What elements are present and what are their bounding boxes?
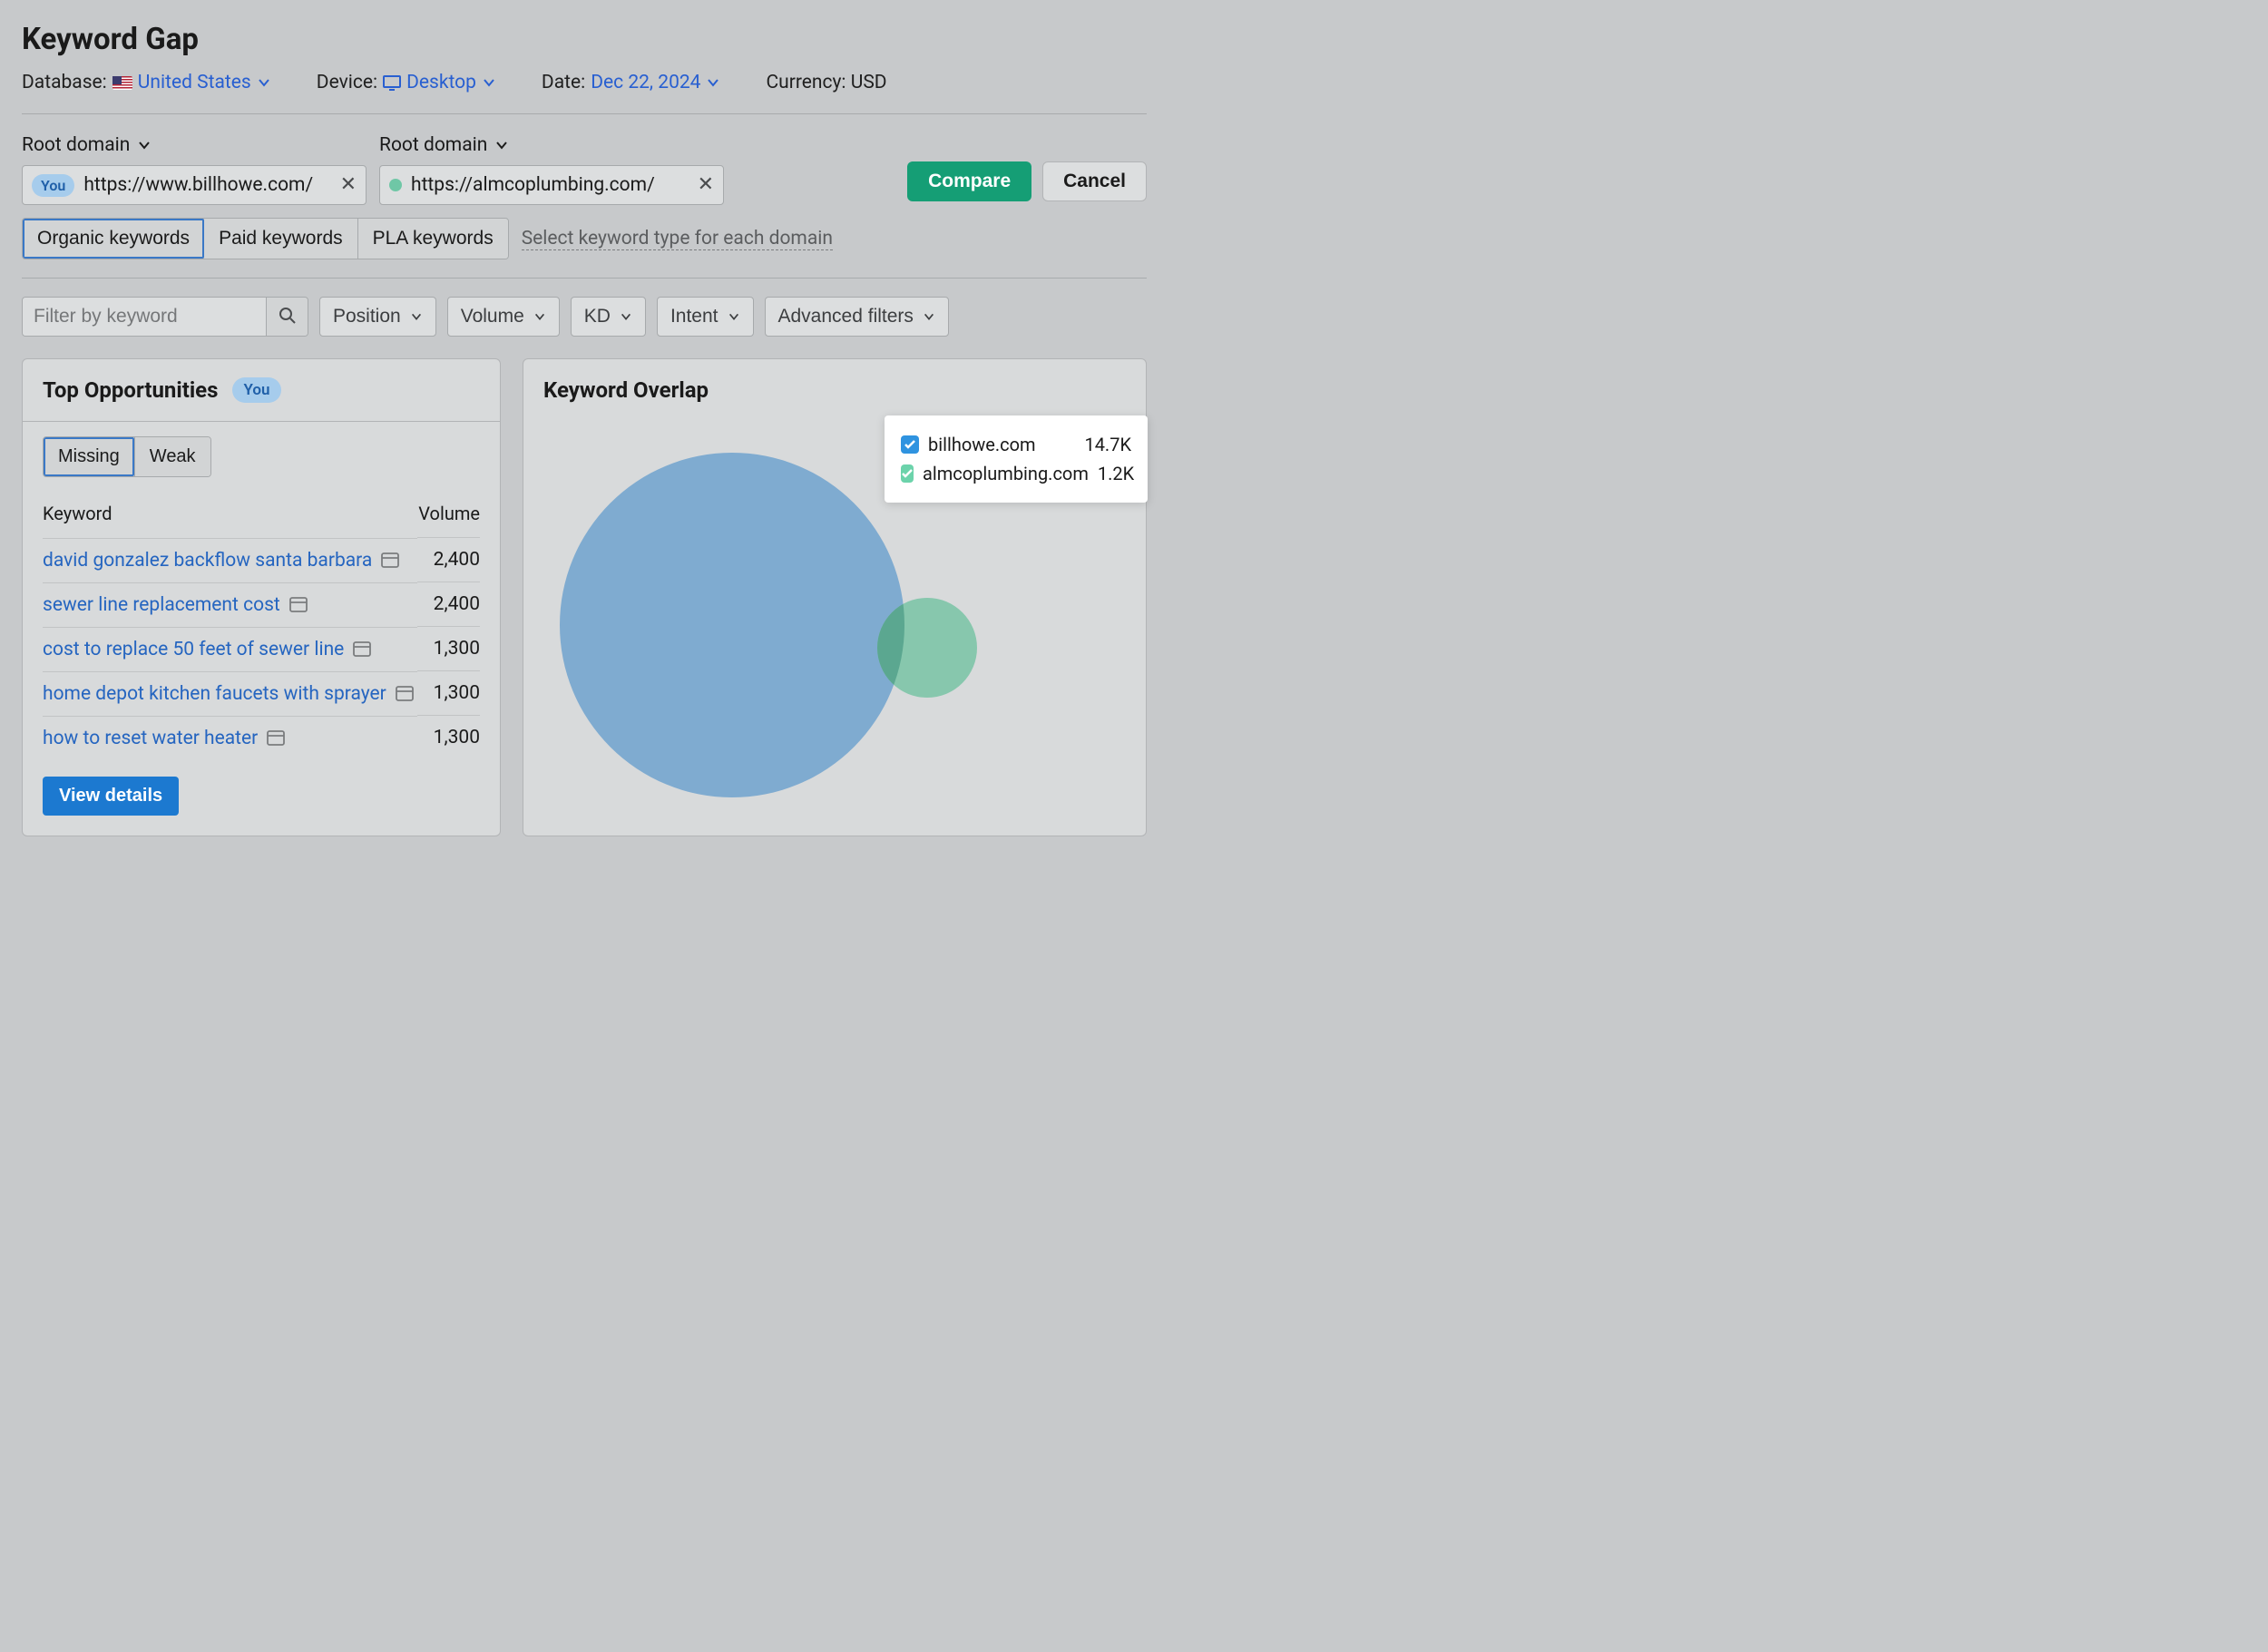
top-opportunities-title: Top Opportunities [43,377,218,403]
database-selector[interactable]: Database: United States [22,72,271,93]
venn-circle-billhowe [560,453,904,797]
search-icon [279,307,297,327]
volume-cell: 1,300 [417,671,480,716]
tab-paid-keywords[interactable]: Paid keywords [204,219,358,259]
chevron-down-icon [494,138,509,152]
divider [22,278,1147,279]
keyword-link[interactable]: how to reset water heater [43,728,258,749]
filter-intent[interactable]: Intent [657,297,754,337]
compare-button[interactable]: Compare [907,161,1031,201]
filter-position[interactable]: Position [319,297,436,337]
chevron-down-icon [728,310,740,323]
filter-advanced[interactable]: Advanced filters [765,297,949,337]
table-row: how to reset water heater 1,300 [43,716,480,760]
chevron-down-icon [137,138,152,152]
domain-column-1: Root domain You https://www.billhowe.com… [22,134,367,205]
domain-url: https://www.billhowe.com/ [83,174,330,196]
table-row: david gonzalez backflow santa barbara 2,4… [43,538,480,582]
serp-icon[interactable] [267,730,285,747]
domain-input-1[interactable]: You https://www.billhowe.com/ ✕ [22,165,367,205]
filter-keyword-input[interactable] [23,298,266,336]
domain-scope-selector[interactable]: Root domain [22,134,367,156]
keyword-link[interactable]: cost to replace 50 feet of sewer line [43,639,344,660]
col-volume: Volume [417,494,480,538]
keyword-cell: sewer line replacement cost [43,582,417,627]
date-value: Dec 22, 2024 [591,72,700,93]
desktop-icon [383,75,401,90]
keyword-link[interactable]: sewer line replacement cost [43,594,280,616]
currency-label: Currency: USD [766,72,886,93]
keyword-overlap-title: Keyword Overlap [543,377,709,403]
serp-icon[interactable] [396,686,414,702]
device-value: Desktop [406,72,476,93]
you-badge: You [232,377,280,403]
divider [22,113,1147,114]
filter-keyword-group [22,297,308,337]
domain-scope-selector[interactable]: Root domain [379,134,724,156]
chevron-down-icon [533,310,546,323]
domain-url: https://almcoplumbing.com/ [411,174,689,196]
database-value: United States [138,72,251,93]
database-label: Database: [22,72,107,93]
chevron-down-icon [482,75,496,90]
filter-kd[interactable]: KD [571,297,646,337]
keyword-type-segment: Organic keywords Paid keywords PLA keywo… [22,218,509,259]
chevron-down-icon [620,310,632,323]
you-badge: You [32,174,74,197]
search-button[interactable] [266,298,308,336]
clear-icon[interactable]: ✕ [698,175,714,195]
tab-missing[interactable]: Missing [44,437,134,476]
device-selector[interactable]: Device: Desktop [317,72,496,93]
tab-organic-keywords[interactable]: Organic keywords [23,219,204,259]
table-row: home depot kitchen faucets with sprayer 1… [43,671,480,716]
keyword-link[interactable]: david gonzalez backflow santa barbara [43,550,372,572]
serp-icon[interactable] [381,552,399,569]
opportunity-tabs: Missing Weak [43,436,211,477]
opportunities-table: Keyword Volume david gonzalez backflow s… [43,494,480,760]
col-keyword: Keyword [43,494,417,538]
chevron-down-icon [257,75,271,90]
chevron-down-icon [410,310,423,323]
view-details-button[interactable]: View details [43,777,179,816]
serp-icon[interactable] [353,641,371,658]
keyword-link[interactable]: home depot kitchen faucets with sprayer [43,683,386,705]
tab-pla-keywords[interactable]: PLA keywords [358,219,508,259]
domain-input-2[interactable]: https://almcoplumbing.com/ ✕ [379,165,724,205]
chevron-down-icon [706,75,720,90]
meta-row: Database: United States Device: Desktop [22,72,1147,93]
select-keyword-type-link[interactable]: Select keyword type for each domain [522,228,833,250]
device-label: Device: [317,72,377,93]
top-opportunities-panel: Top Opportunities You Missing Weak Keywo… [22,358,501,836]
clear-icon[interactable]: ✕ [340,175,357,195]
volume-cell: 2,400 [417,538,480,582]
date-label: Date: [542,72,585,93]
keyword-cell: home depot kitchen faucets with sprayer [43,671,417,716]
keyword-overlap-panel: Keyword Overlap billhowe.com 14.7K almco… [523,358,1147,836]
filter-volume[interactable]: Volume [447,297,560,337]
us-flag-icon [112,76,132,90]
page-title: Keyword Gap [22,22,1147,57]
date-selector[interactable]: Date: Dec 22, 2024 [542,72,721,93]
table-row: sewer line replacement cost 2,400 [43,582,480,627]
table-row: cost to replace 50 feet of sewer line 1,3… [43,627,480,671]
volume-cell: 2,400 [417,582,480,627]
chevron-down-icon [923,310,935,323]
color-dot-icon [389,179,402,191]
keyword-cell: cost to replace 50 feet of sewer line [43,627,417,671]
cancel-button[interactable]: Cancel [1042,161,1147,201]
volume-cell: 1,300 [417,716,480,760]
keyword-cell: how to reset water heater [43,716,417,760]
serp-icon[interactable] [289,597,308,613]
domain-column-2: Root domain https://almcoplumbing.com/ ✕ [379,134,724,205]
keyword-cell: david gonzalez backflow santa barbara [43,538,417,582]
volume-cell: 1,300 [417,627,480,671]
tab-weak[interactable]: Weak [134,437,210,476]
venn-diagram [523,421,1146,811]
